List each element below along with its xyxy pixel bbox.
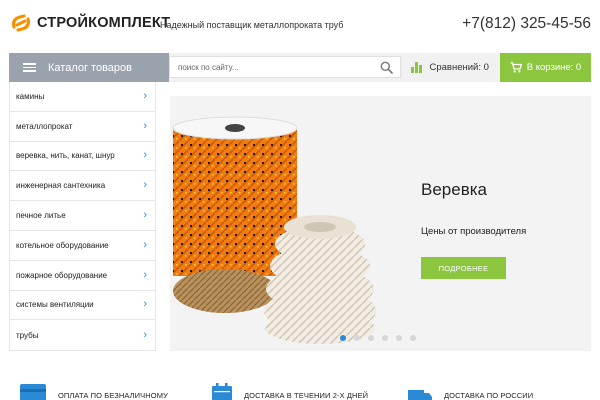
feature-delivery-russia: ДОСТАВКА ПО РОССИИ: [406, 382, 533, 400]
feature-label: ДОСТАВКА В ТЕЧЕНИИ 2-Х ДНЕЙ: [244, 391, 369, 400]
sidebar-item-kaminy[interactable]: камины ›: [10, 82, 155, 112]
banner-subtitle: Цены от производителя: [421, 226, 527, 237]
sidebar-item-label: металлопрокат: [16, 121, 73, 131]
sidebar-item-ventilyaciya[interactable]: системы вентиляции ›: [10, 291, 155, 321]
sidebar-item-label: трубы: [16, 330, 39, 340]
logo-icon: [12, 14, 30, 32]
compare-link[interactable]: Сравнений: 0: [411, 53, 489, 82]
slider-dot-5[interactable]: [396, 335, 402, 341]
chevron-right-icon: ›: [143, 298, 147, 311]
promo-banner[interactable]: Веревка Цены от производителя ПОДРОБНЕЕ: [170, 96, 591, 351]
sidebar-item-label: инженерная сантехника: [16, 181, 106, 191]
sidebar-item-metalloprokat[interactable]: металлопрокат ›: [10, 112, 155, 142]
search-icon[interactable]: [380, 61, 393, 74]
feature-label: ДОСТАВКА ПО РОССИИ: [444, 391, 534, 400]
chevron-right-icon: ›: [143, 268, 147, 281]
card-icon: [20, 384, 46, 400]
sidebar-item-verevka[interactable]: веревка, нить, канат, шнур ›: [10, 142, 155, 172]
bar-chart-icon: [411, 62, 422, 73]
compare-label: Сравнений: 0: [429, 62, 489, 73]
top-navbar: Каталог товаров Сравнений: 0 В корзине: …: [9, 53, 591, 82]
site-header: СТРОЙКОМПЛЕКТ Надежный поставщик металло…: [0, 0, 600, 52]
sidebar-item-label: камины: [16, 91, 45, 101]
logo-text: СТРОЙКОМПЛЕКТ: [37, 15, 171, 31]
sidebar-item-truby[interactable]: трубы ›: [10, 320, 155, 350]
feature-delivery-time: ДОСТАВКА В ТЕЧЕНИИ 2-Х ДНЕЙ: [210, 382, 368, 400]
sidebar-item-label: веревка, нить, канат, шнур: [16, 151, 115, 161]
logo[interactable]: СТРОЙКОМПЛЕКТ: [10, 12, 170, 34]
slider-dot-2[interactable]: [354, 335, 360, 341]
tagline: Надежный поставщик металлопроката труб: [160, 20, 344, 30]
slider-dot-4[interactable]: [382, 335, 388, 341]
rope-spools-image: [172, 116, 376, 344]
more-button[interactable]: ПОДРОБНЕЕ: [421, 257, 506, 279]
menu-icon: [23, 63, 36, 72]
search-input[interactable]: [170, 57, 370, 78]
catalog-button[interactable]: Каталог товаров: [9, 53, 169, 82]
chevron-right-icon: ›: [143, 119, 147, 132]
chevron-right-icon: ›: [143, 209, 147, 222]
calendar-icon: [212, 383, 232, 400]
slider-dot-1[interactable]: [340, 335, 346, 341]
cart-icon: [510, 62, 522, 73]
chevron-right-icon: ›: [143, 238, 147, 251]
slider-dot-6[interactable]: [410, 335, 416, 341]
chevron-right-icon: ›: [143, 179, 147, 192]
sidebar-item-lite[interactable]: печное литье ›: [10, 201, 155, 231]
sidebar-item-label: котельное оборудование: [16, 240, 109, 250]
catalog-label: Каталог товаров: [48, 61, 132, 74]
feature-label: ОПЛАТА ПО БЕЗНАЛИЧНОМУ: [58, 391, 168, 400]
truck-icon: [408, 390, 432, 400]
slider-dots: [340, 335, 416, 341]
chevron-right-icon: ›: [143, 149, 147, 162]
search-box: [169, 56, 401, 78]
phone-number[interactable]: +7(812) 325-45-56: [462, 15, 591, 33]
banner-title: Веревка: [421, 180, 487, 199]
sidebar-item-kotelnoe[interactable]: котельное оборудование ›: [10, 231, 155, 261]
feature-payment: ОПЛАТА ПО БЕЗНАЛИЧНОМУ: [18, 382, 168, 400]
slider-dot-3[interactable]: [368, 335, 374, 341]
cart-button[interactable]: В корзине: 0: [500, 53, 591, 82]
sidebar-item-santehnika[interactable]: инженерная сантехника ›: [10, 171, 155, 202]
catalog-sidebar: камины › металлопрокат › веревка, нить, ка…: [9, 82, 156, 351]
sidebar-item-label: системы вентиляции: [16, 300, 94, 310]
chevron-right-icon: ›: [143, 89, 147, 102]
sidebar-item-pozharnoe[interactable]: пожарное оборудование ›: [10, 261, 155, 291]
sidebar-item-label: печное литье: [16, 211, 66, 221]
features-strip: ОПЛАТА ПО БЕЗНАЛИЧНОМУ ДОСТАВКА В ТЕЧЕНИ…: [0, 382, 600, 400]
sidebar-item-label: пожарное оборудование: [16, 270, 108, 280]
cart-label: В корзине: 0: [526, 62, 582, 73]
chevron-right-icon: ›: [143, 328, 147, 341]
